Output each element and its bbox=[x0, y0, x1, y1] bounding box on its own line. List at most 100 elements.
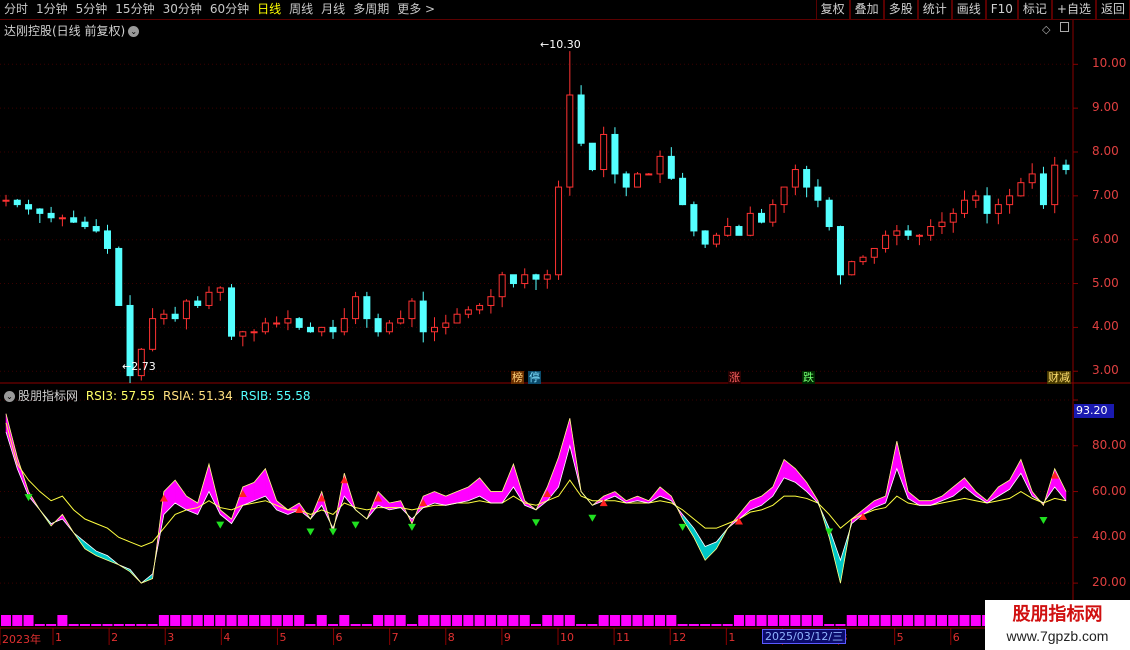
chevron-down-icon[interactable]: ⌄ bbox=[128, 26, 140, 37]
main-chart-title[interactable]: 达刚控股(日线 前复权) ⌄ bbox=[4, 22, 140, 39]
period-tab-0[interactable]: 分时 bbox=[0, 0, 32, 20]
signal-bar-low bbox=[125, 624, 136, 626]
signal-bar-low bbox=[677, 624, 688, 626]
chevron-down-icon[interactable]: ⌄ bbox=[4, 391, 15, 402]
signal-bar-low bbox=[46, 624, 57, 626]
indicator-tick-label: 80.00 bbox=[1092, 437, 1127, 452]
sell-arrow bbox=[216, 521, 225, 529]
signal-bar-low bbox=[79, 624, 90, 626]
candle-body bbox=[701, 230, 709, 245]
candle-body bbox=[273, 322, 281, 325]
period-tab-9[interactable]: 多周期 bbox=[349, 0, 393, 20]
signal-bar bbox=[249, 615, 260, 626]
signal-bar bbox=[418, 615, 429, 626]
candle-body bbox=[1017, 182, 1025, 197]
signal-bar-low bbox=[711, 624, 722, 626]
indicator-band bbox=[220, 509, 232, 525]
indicator-band bbox=[186, 495, 198, 515]
high-price-label: ←10.30 bbox=[540, 38, 581, 51]
signal-bar bbox=[508, 615, 519, 626]
period-tab-3[interactable]: 15分钟 bbox=[111, 0, 158, 20]
action-buttons: 复权 叠加 多股 统计 画线 F10 标记 +自选 返回 bbox=[815, 0, 1130, 20]
candle-body bbox=[588, 142, 596, 171]
event-marker-ting[interactable]: 停 bbox=[528, 371, 541, 384]
signal-bar bbox=[463, 615, 474, 626]
candle-body bbox=[431, 326, 439, 333]
indicator-title[interactable]: ⌄ 股朋指标网 RSI3: 57.55 RSIA: 51.34 RSIB: 55.… bbox=[4, 387, 310, 404]
signal-bar-low bbox=[531, 624, 541, 626]
candle-body bbox=[555, 186, 563, 276]
period-tab-1[interactable]: 1分钟 bbox=[32, 0, 72, 20]
signal-bar bbox=[621, 615, 632, 626]
action-button-1[interactable]: 叠加 bbox=[849, 0, 884, 20]
candle-body bbox=[769, 204, 777, 223]
candle-body bbox=[250, 331, 258, 334]
signal-bar bbox=[237, 615, 248, 626]
date-tick-label: 9 bbox=[503, 631, 511, 644]
action-button-2[interactable]: 多股 bbox=[883, 0, 918, 20]
action-button-5[interactable]: F10 bbox=[985, 0, 1018, 20]
signal-bar bbox=[440, 615, 451, 626]
signal-bar-low bbox=[305, 624, 316, 626]
candle-body bbox=[566, 94, 574, 188]
action-button-3[interactable]: 统计 bbox=[917, 0, 952, 20]
signal-bar-low bbox=[34, 624, 45, 626]
signal-bar-low bbox=[688, 624, 699, 626]
period-tab-10[interactable]: 更多 > bbox=[393, 0, 439, 20]
candle-body bbox=[216, 287, 224, 293]
action-button-4[interactable]: 画线 bbox=[951, 0, 986, 20]
period-tab-6[interactable]: 日线 bbox=[253, 0, 285, 20]
indicator-name: 股朋指标网 bbox=[18, 389, 79, 403]
candle-body bbox=[385, 322, 393, 333]
event-marker-bang[interactable]: 榜 bbox=[511, 371, 524, 384]
period-tab-2[interactable]: 5分钟 bbox=[72, 0, 112, 20]
indicator-band bbox=[265, 468, 277, 511]
signal-bar bbox=[779, 615, 790, 626]
date-tick-label: 3 bbox=[167, 631, 175, 644]
candle-body bbox=[521, 274, 529, 285]
event-marker-zhang[interactable]: 涨 bbox=[728, 371, 741, 384]
candle-body bbox=[47, 212, 55, 219]
price-tick-label: 9.00 bbox=[1092, 100, 1119, 115]
indicator-band bbox=[5, 413, 18, 469]
signal-bar bbox=[542, 615, 553, 626]
candle-body bbox=[509, 274, 517, 285]
candle-body bbox=[205, 291, 213, 306]
event-marker-caijian[interactable]: 财减 bbox=[1047, 371, 1071, 384]
date-tick-label: 10 bbox=[560, 631, 574, 644]
sell-arrow bbox=[306, 528, 315, 536]
candle-body bbox=[340, 318, 348, 333]
action-button-0[interactable]: 复权 bbox=[815, 0, 850, 20]
candle-body bbox=[532, 274, 540, 280]
period-tab-7[interactable]: 周线 bbox=[285, 0, 317, 20]
candle-body bbox=[442, 322, 450, 328]
sell-arrow bbox=[351, 521, 360, 529]
signal-bar bbox=[609, 615, 620, 626]
period-tab-8[interactable]: 月线 bbox=[317, 0, 349, 20]
signal-bar bbox=[598, 615, 609, 626]
signal-bar bbox=[215, 615, 226, 626]
candle-body bbox=[103, 230, 111, 249]
action-button-6[interactable]: 标记 bbox=[1017, 0, 1052, 20]
candle-body bbox=[893, 230, 901, 236]
event-marker-die[interactable]: 跌 bbox=[802, 371, 815, 384]
signal-bar bbox=[745, 615, 756, 626]
signal-bar bbox=[271, 615, 282, 626]
restore-window-icon[interactable] bbox=[1060, 22, 1069, 32]
period-tab-5[interactable]: 60分钟 bbox=[206, 0, 253, 20]
signal-bar bbox=[564, 615, 575, 626]
signal-bar bbox=[846, 615, 857, 626]
candle-body bbox=[25, 204, 33, 210]
diamond-icon[interactable]: ◇ bbox=[1042, 23, 1050, 36]
candle-body bbox=[543, 274, 551, 280]
action-button-8[interactable]: 返回 bbox=[1095, 0, 1130, 20]
indicator-band bbox=[174, 479, 187, 511]
price-tick-label: 7.00 bbox=[1092, 187, 1119, 202]
candle-body bbox=[228, 287, 236, 337]
candle-body bbox=[667, 155, 675, 179]
candle-body bbox=[882, 234, 890, 249]
chart-canvas[interactable] bbox=[0, 0, 1130, 650]
period-tab-4[interactable]: 30分钟 bbox=[159, 0, 206, 20]
sell-arrow bbox=[329, 528, 338, 536]
action-button-7[interactable]: +自选 bbox=[1051, 0, 1096, 20]
